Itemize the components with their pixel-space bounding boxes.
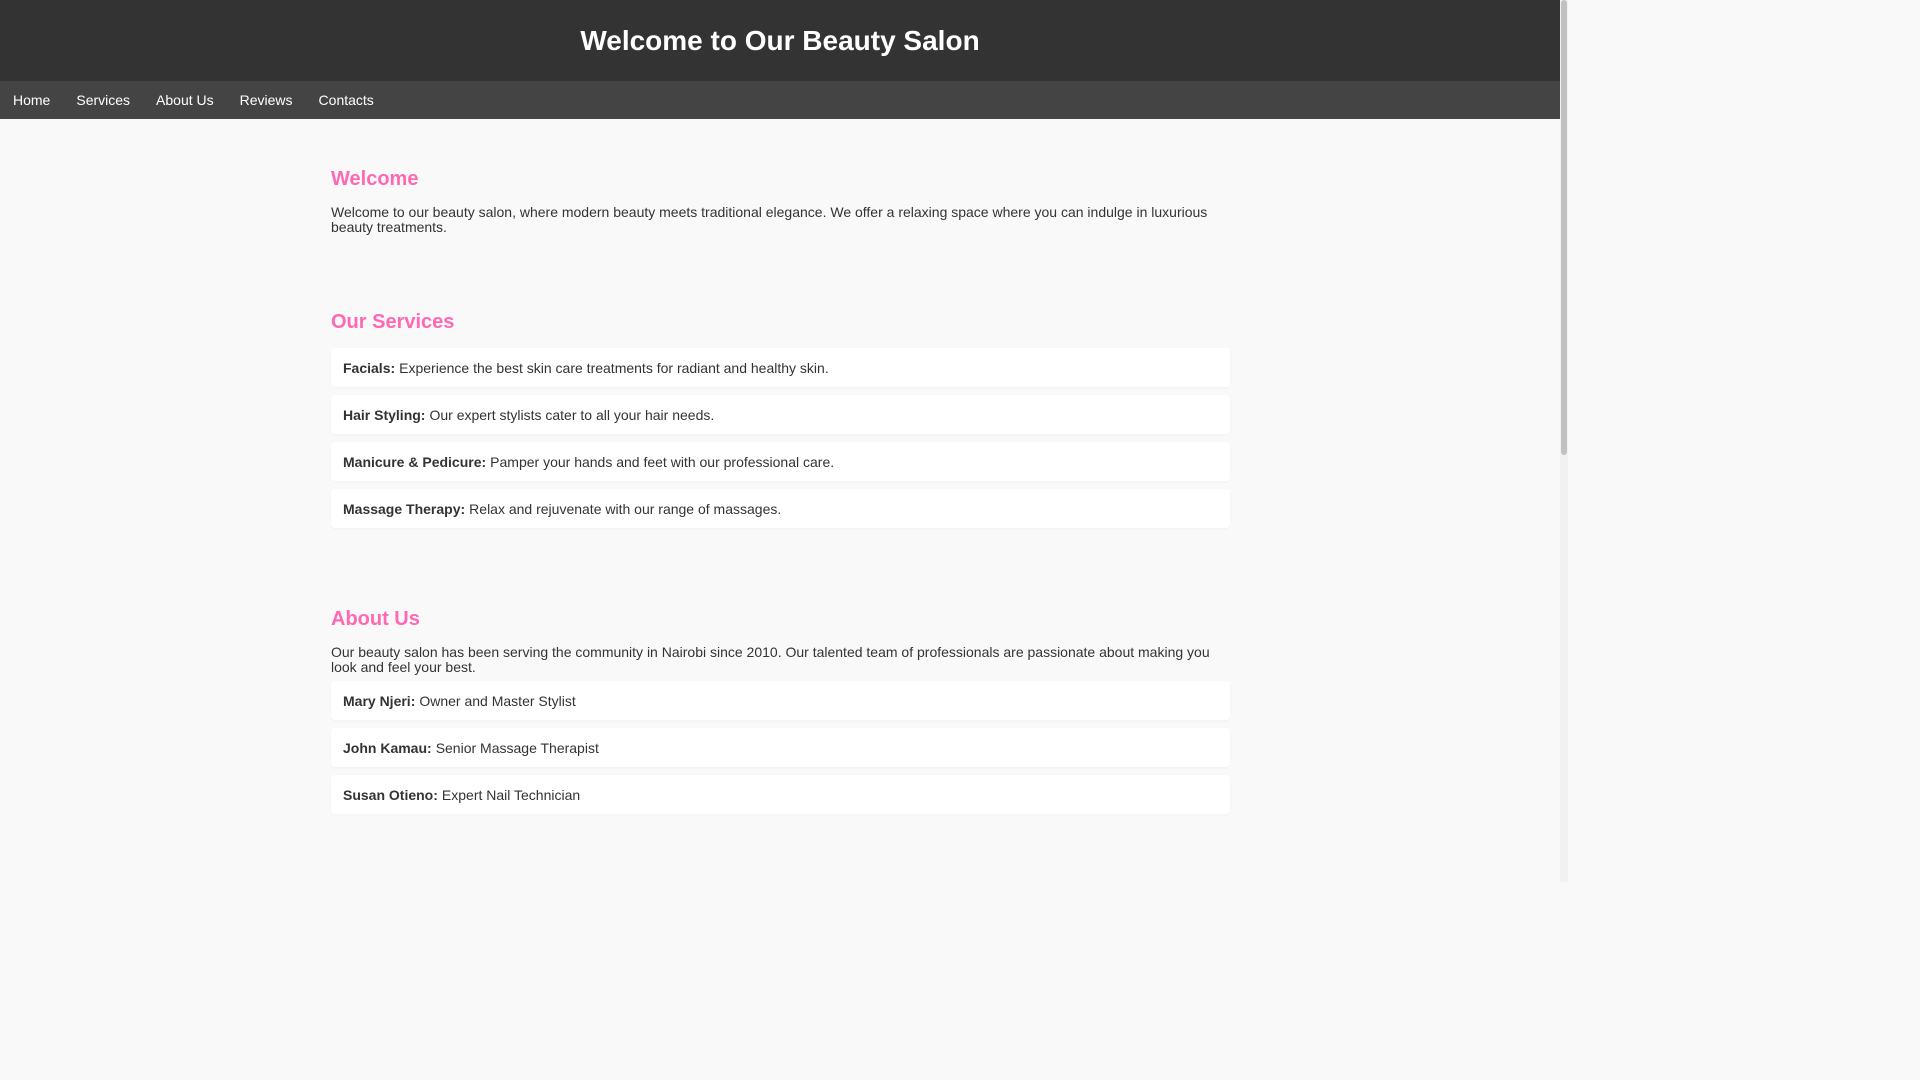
service-item-hair-styling: Hair Styling: Our expert stylists cater …	[331, 395, 1230, 434]
services-heading: Our Services	[331, 311, 455, 333]
nav-link-home[interactable]: Home	[0, 81, 63, 119]
team-member-name: John Kamau:	[343, 739, 432, 756]
service-item-facials: Facials: Experience the best skin care t…	[331, 348, 1230, 387]
team-member-role: Owner and Master Stylist	[419, 692, 576, 709]
service-description: Pamper your hands and feet with our prof…	[490, 453, 835, 470]
services-section: Our Services Facials: Experience the bes…	[331, 235, 1230, 528]
team-member-name: Susan Otieno:	[343, 786, 438, 803]
about-heading: About Us	[331, 608, 420, 630]
service-name: Facials:	[343, 359, 396, 376]
page: Welcome to Our Beauty Salon Home Service…	[0, 0, 1560, 882]
vertical-scrollbar[interactable]	[1560, 0, 1568, 882]
service-name: Hair Styling:	[343, 406, 426, 423]
service-description: Our expert stylists cater to all your ha…	[429, 406, 715, 423]
team-member-role: Senior Massage Therapist	[435, 739, 599, 756]
service-name: Manicure & Pedicure:	[343, 453, 487, 470]
welcome-text: Welcome to our beauty salon, where moder…	[331, 204, 1208, 235]
site-header: Welcome to Our Beauty Salon	[0, 0, 1560, 81]
main-content: Welcome Welcome to our beauty salon, whe…	[331, 119, 1230, 814]
team-member-name: Mary Njeri:	[343, 692, 416, 709]
team-member-john-kamau: John Kamau: Senior Massage Therapist	[331, 728, 1230, 767]
nav-link-about-us[interactable]: About Us	[143, 81, 227, 119]
welcome-heading: Welcome	[331, 168, 419, 190]
page-title: Welcome to Our Beauty Salon	[580, 24, 980, 56]
nav-link-reviews[interactable]: Reviews	[227, 81, 306, 119]
main-nav: Home Services About Us Reviews Contacts	[0, 81, 1560, 119]
team-member-role: Expert Nail Technician	[441, 786, 581, 803]
team-member-mary-njeri: Mary Njeri: Owner and Master Stylist	[331, 681, 1230, 720]
service-description: Relax and rejuvenate with our range of m…	[469, 500, 782, 517]
scrollbar-thumb[interactable]	[1561, 0, 1567, 455]
service-item-massage-therapy: Massage Therapy: Relax and rejuvenate wi…	[331, 489, 1230, 528]
welcome-section: Welcome Welcome to our beauty salon, whe…	[331, 119, 1230, 235]
service-item-manicure-pedicure: Manicure & Pedicure: Pamper your hands a…	[331, 442, 1230, 481]
service-description: Experience the best skin care treatments…	[399, 359, 829, 376]
about-text: Our beauty salon has been serving the co…	[331, 644, 1210, 675]
about-section: About Us Our beauty salon has been servi…	[331, 536, 1230, 814]
service-name: Massage Therapy:	[343, 500, 466, 517]
team-member-susan-otieno: Susan Otieno: Expert Nail Technician	[331, 775, 1230, 814]
nav-link-services[interactable]: Services	[63, 81, 143, 119]
nav-link-contacts[interactable]: Contacts	[306, 81, 387, 119]
